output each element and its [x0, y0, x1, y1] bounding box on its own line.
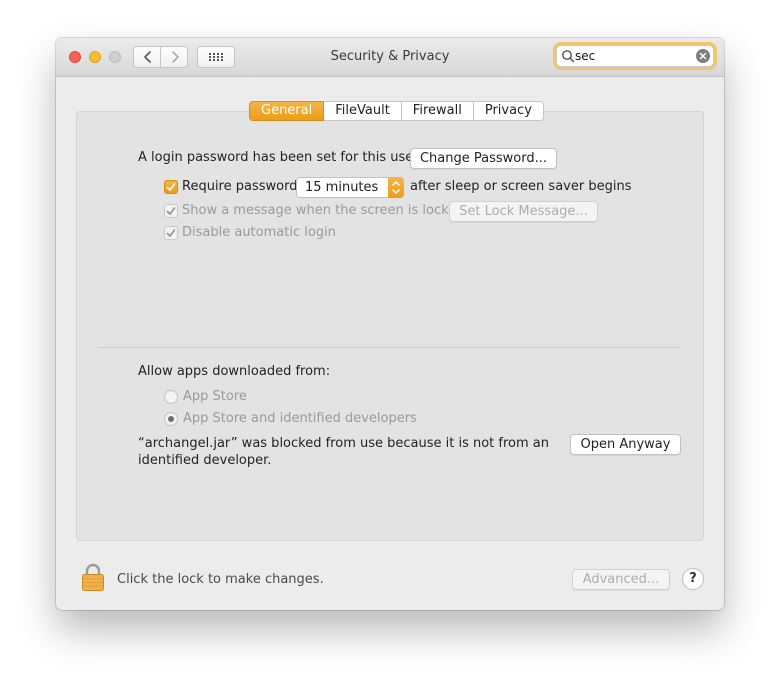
radio-identified-developers[interactable]: [164, 412, 178, 426]
require-password-checkbox[interactable]: [164, 180, 178, 194]
checkmark-icon: [166, 229, 176, 237]
tab-bar: General FileVault Firewall Privacy: [249, 101, 544, 121]
show-message-checkbox[interactable]: [164, 204, 178, 218]
tab-firewall[interactable]: Firewall: [401, 101, 474, 121]
require-password-delay-select[interactable]: 15 minutes: [296, 177, 404, 198]
search-input[interactable]: [575, 48, 685, 64]
require-password-label: Require password: [182, 179, 298, 194]
clear-search-button[interactable]: [696, 49, 710, 63]
set-lock-message-button[interactable]: Set Lock Message...: [449, 201, 598, 222]
general-panel: A login password has been set for this u…: [76, 111, 704, 541]
radio-identified-developers-label: App Store and identified developers: [183, 411, 417, 426]
lock-button[interactable]: [80, 562, 106, 592]
blocked-message-line2: identified developer.: [138, 453, 272, 468]
open-anyway-button[interactable]: Open Anyway: [570, 434, 681, 455]
login-password-text: A login password has been set for this u…: [138, 150, 419, 165]
tab-filevault[interactable]: FileVault: [324, 101, 402, 121]
advanced-button[interactable]: Advanced...: [572, 569, 670, 590]
search-field[interactable]: [556, 45, 714, 67]
search-icon: [562, 50, 575, 63]
tab-privacy[interactable]: Privacy: [473, 101, 544, 121]
radio-selected-dot: [168, 416, 174, 422]
title-bar: Security & Privacy: [56, 38, 724, 77]
disable-auto-login-checkbox[interactable]: [164, 226, 178, 240]
blocked-message-line1: “archangel.jar” was blocked from use bec…: [138, 436, 550, 451]
lock-icon: [82, 563, 104, 591]
show-message-label: Show a message when the screen is locked: [182, 203, 465, 218]
help-button[interactable]: ?: [682, 568, 704, 590]
change-password-button[interactable]: Change Password...: [410, 148, 557, 169]
preferences-window: Security & Privacy General FileVault Fir…: [56, 38, 724, 610]
clear-icon: [699, 52, 707, 60]
allow-apps-heading: Allow apps downloaded from:: [138, 364, 331, 379]
checkmark-icon: [166, 183, 176, 191]
disable-auto-login-label: Disable automatic login: [182, 225, 336, 240]
lock-hint-text: Click the lock to make changes.: [117, 572, 324, 587]
popup-arrows-icon: [388, 177, 404, 198]
section-divider: [98, 347, 681, 348]
selected-option: 15 minutes: [305, 180, 379, 195]
radio-app-store-label: App Store: [183, 389, 247, 404]
require-password-suffix: after sleep or screen saver begins: [410, 179, 632, 194]
checkmark-icon: [166, 207, 176, 215]
radio-app-store[interactable]: [164, 390, 178, 404]
tab-general[interactable]: General: [249, 101, 325, 121]
